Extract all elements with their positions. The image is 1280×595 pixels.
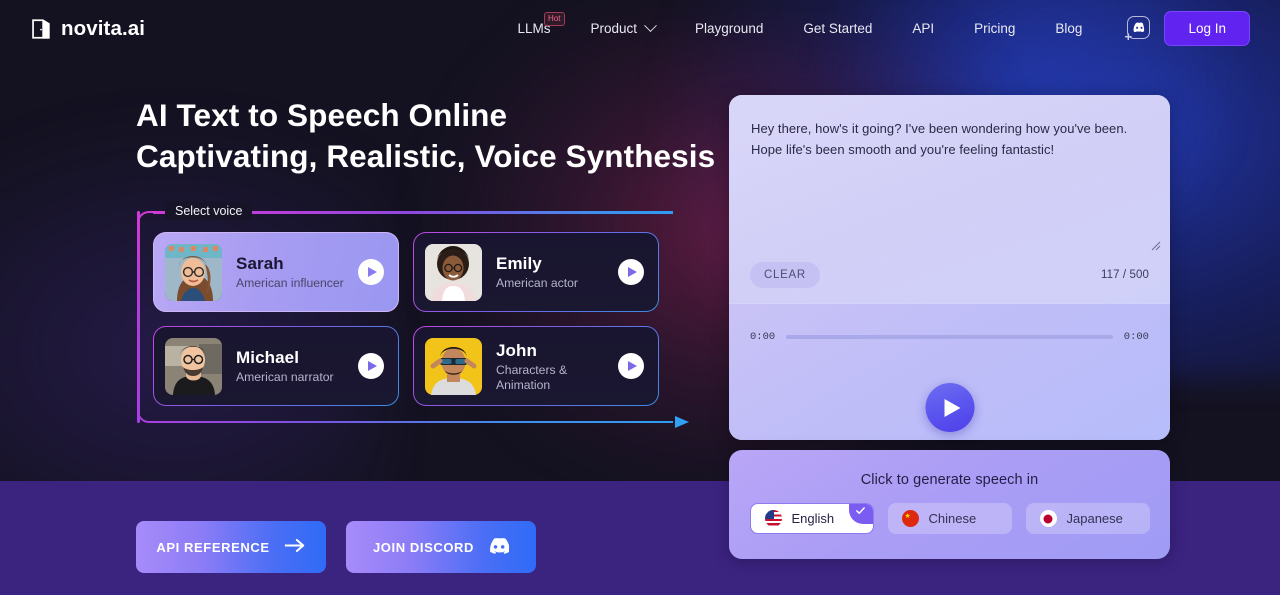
us-flag-icon [764,510,782,527]
audio-progress-row: 0:00 0:00 [750,331,1149,343]
play-icon[interactable] [925,383,974,432]
language-option-label: English [791,511,835,526]
voice-card-john[interactable]: John Characters & Animation [413,326,659,406]
audio-total-time: 0:00 [1123,331,1149,343]
language-panel-title: Click to generate speech in [860,472,1039,488]
api-reference-label: API REFERENCE [156,539,270,555]
voice-name: Sarah [236,254,284,273]
sarah-avatar [165,243,222,301]
clear-button[interactable]: CLEAR [750,262,820,288]
nav-item-blog[interactable]: Blog [1035,21,1102,36]
tts-text-input[interactable]: Hey there, how's it going? I've been won… [729,95,1170,303]
door-logo-icon [30,18,52,40]
language-option-label: Japanese [1066,511,1123,526]
voice-desc: Characters & Animation [496,362,568,392]
api-reference-button[interactable]: API REFERENCE [136,521,326,573]
nav-item-llms[interactable]: LLMs Hot [497,12,570,36]
discord-icon [488,537,510,557]
voice-card-sarah[interactable]: Sarah American influencer [153,232,399,312]
frame-bottom-border [153,420,673,423]
nav-item-get-started-label: Get Started [803,21,873,36]
nav-item-playground-label: Playground [695,21,764,36]
select-voice-frame: Select voice Sarah American influencer E… [137,202,689,428]
language-option-english[interactable]: English [749,503,874,534]
nav-item-blog-label: Blog [1055,21,1083,36]
character-count: 117 / 500 [1100,269,1149,281]
john-avatar [425,337,482,395]
voice-desc: American influencer [236,276,344,290]
michael-avatar [165,337,222,395]
emily-avatar [425,243,482,301]
audio-current-time: 0:00 [750,331,776,343]
frame-left-border [137,211,140,423]
page-title-line-2: Captivating, Realistic, Voice Synthesis [136,138,716,174]
brand-name: novita.ai [61,16,146,40]
play-icon[interactable] [358,259,384,285]
voice-name: Michael [236,348,300,367]
audio-progress-bar[interactable] [786,335,1113,339]
play-icon[interactable] [618,353,644,379]
voice-card-michael[interactable]: Michael American narrator [153,326,399,406]
chevron-down-icon [644,19,657,33]
page-title: AI Text to Speech Online Captivating, Re… [136,95,736,177]
voice-name: John [496,340,538,360]
nav-item-product-label: Product [590,21,638,36]
nav-item-product[interactable]: Product [571,19,676,36]
arrow-right-icon [284,538,306,556]
page-title-line-1: AI Text to Speech Online [136,97,508,133]
cta-button-row: API REFERENCE JOIN DISCORD [136,521,536,573]
nav-item-pricing[interactable]: Pricing [954,21,1035,36]
tts-text-value: Hey there, how's it going? I've been won… [751,121,1128,157]
nav-item-pricing-label: Pricing [974,21,1016,36]
voice-desc: American narrator [236,370,334,384]
check-icon [848,504,873,524]
language-options: English ★ Chinese Japanese [729,503,1170,534]
voice-desc: American actor [496,276,578,290]
discord-add-icon[interactable]: + [1124,15,1151,44]
top-navigation-bar: novita.ai LLMs Hot Product Playground Ge… [0,0,1280,57]
voice-name: Emily [496,254,542,273]
cn-flag-icon: ★ [901,510,919,527]
play-icon[interactable] [618,259,644,285]
join-discord-label: JOIN DISCORD [372,539,475,555]
nav-item-api-label: API [912,21,935,36]
jp-flag-icon [1039,510,1057,527]
nav-item-get-started[interactable]: Get Started [783,21,892,36]
language-option-label: Chinese [928,511,977,526]
brand-logo[interactable]: novita.ai [30,17,145,41]
language-option-chinese[interactable]: ★ Chinese [887,503,1012,534]
nav-links: LLMs Hot Product Playground Get Started … [497,11,1280,46]
voice-grid: Sarah American influencer Emily American… [153,232,659,406]
nav-item-playground[interactable]: Playground [675,21,783,36]
plus-icon: + [1124,28,1133,44]
voice-card-emily[interactable]: Emily American actor [413,232,659,312]
nav-item-api[interactable]: API [892,21,954,36]
hot-badge: Hot [544,12,565,26]
join-discord-button[interactable]: JOIN DISCORD [346,521,536,573]
select-voice-legend: Select voice [165,202,253,220]
audio-player: 0:00 0:00 [729,303,1170,440]
play-icon[interactable] [358,353,384,379]
language-panel: Click to generate speech in English ★ Ch… [729,450,1170,559]
arrow-right-icon [675,416,689,428]
login-button[interactable]: Log In [1164,11,1250,46]
tts-panel: Hey there, how's it going? I've been won… [729,95,1170,440]
tts-toolbar: CLEAR 117 / 500 [729,247,1170,303]
language-option-japanese[interactable]: Japanese [1025,503,1150,534]
